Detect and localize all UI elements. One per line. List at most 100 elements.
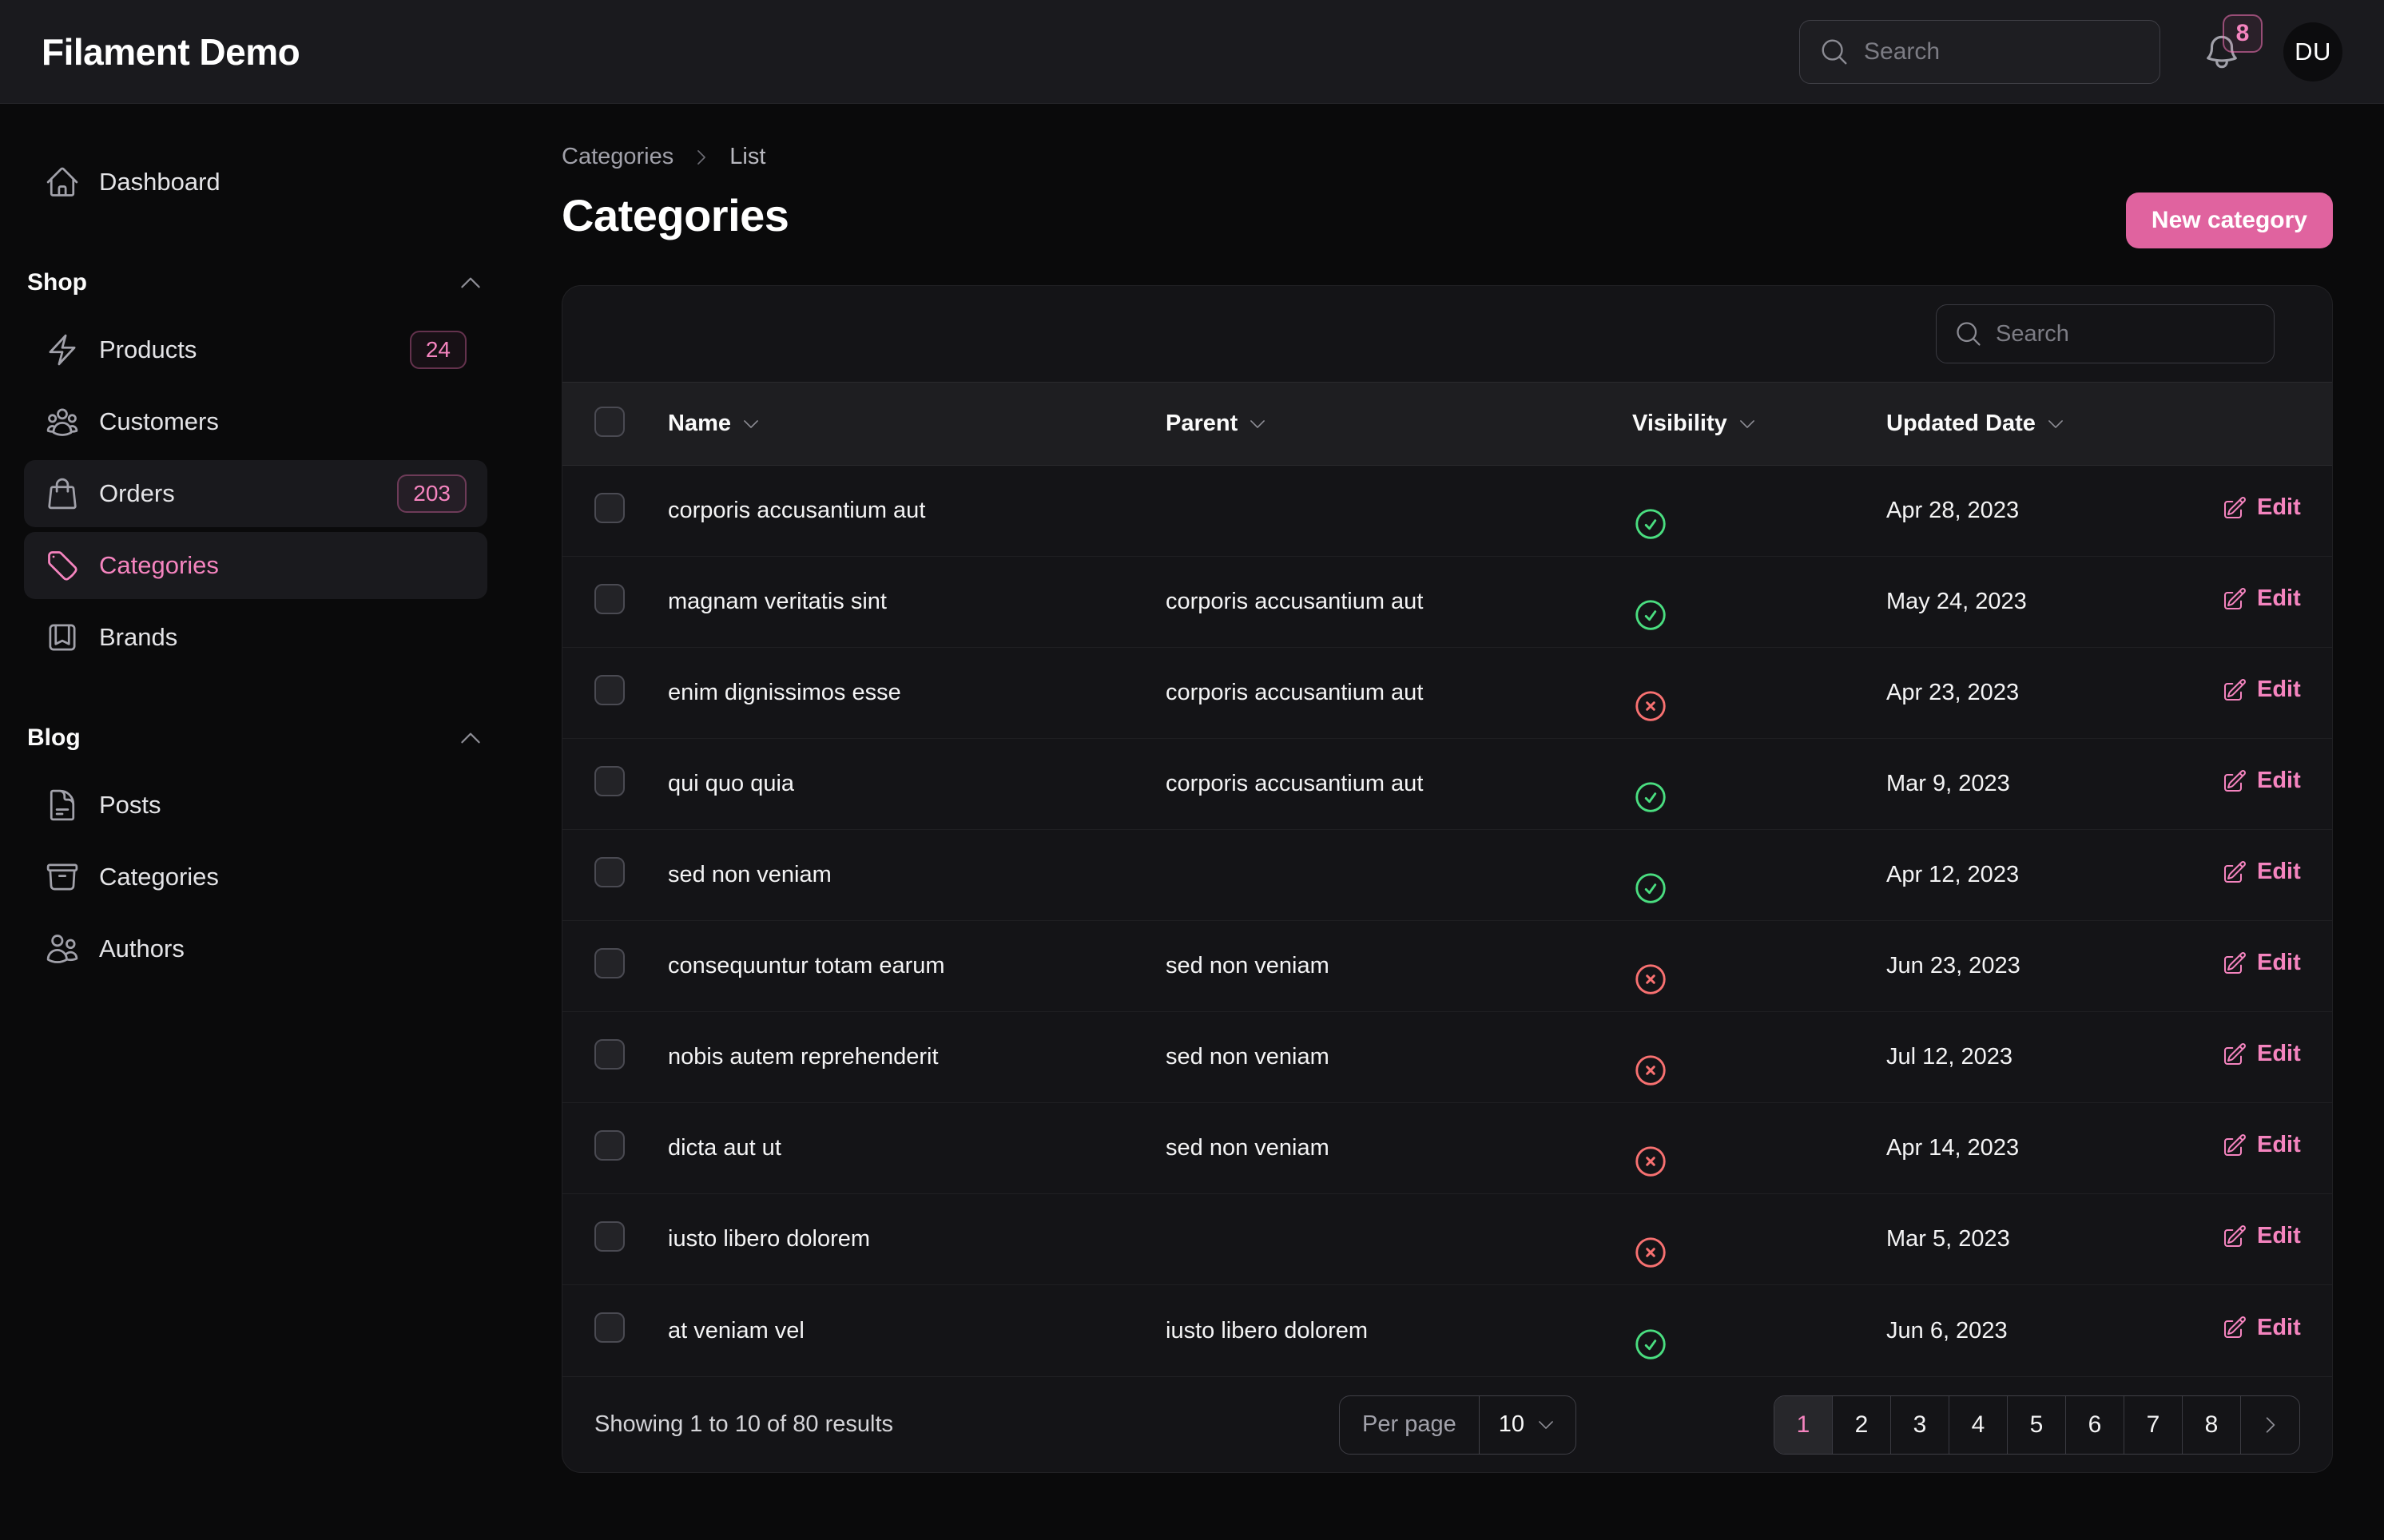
cell-name: consequuntur totam earum — [668, 953, 1166, 979]
chevron-up-icon[interactable] — [457, 269, 484, 296]
search-icon — [1819, 37, 1850, 67]
sidebar-item-customers[interactable]: Customers — [24, 388, 487, 455]
edit-button[interactable]: Edit — [2222, 768, 2301, 794]
check-circle-icon — [1632, 597, 1886, 633]
row-checkbox[interactable] — [594, 948, 625, 978]
page-button-4[interactable]: 4 — [1949, 1396, 2008, 1454]
sidebar-item-label: Brands — [99, 623, 177, 652]
row-checkbox[interactable] — [594, 1130, 625, 1161]
column-header-parent[interactable]: Parent — [1166, 411, 1632, 437]
table-row[interactable]: dicta aut ut sed non veniam Apr 14, 2023… — [562, 1103, 2332, 1194]
row-checkbox[interactable] — [594, 1039, 625, 1070]
avatar[interactable]: DU — [2283, 22, 2342, 81]
row-checkbox[interactable] — [594, 1221, 625, 1252]
table-row[interactable]: enim dignissimos esse corporis accusanti… — [562, 648, 2332, 739]
row-checkbox[interactable] — [594, 1312, 625, 1343]
table-row[interactable]: corporis accusantium aut Apr 28, 2023 Ed… — [562, 466, 2332, 557]
sidebar-item-products[interactable]: Products 24 — [24, 316, 487, 383]
column-label: Updated Date — [1886, 411, 2036, 437]
column-header-name[interactable]: Name — [668, 411, 1166, 437]
edit-button[interactable]: Edit — [2222, 950, 2301, 976]
cell-visibility — [1632, 570, 1886, 633]
page-button-7[interactable]: 7 — [2124, 1396, 2183, 1454]
table-row[interactable]: iusto libero dolorem Mar 5, 2023 Edit — [562, 1194, 2332, 1285]
pencil-square-icon — [2222, 859, 2247, 885]
cell-name: at veniam vel — [668, 1318, 1166, 1344]
cell-name: magnam veritatis sint — [668, 589, 1166, 615]
sidebar-item-dashboard[interactable]: Dashboard — [24, 149, 487, 216]
row-checkbox[interactable] — [594, 493, 625, 523]
per-page-select[interactable]: Per page 10 — [1339, 1395, 1576, 1455]
table-search[interactable] — [1936, 304, 2275, 363]
count-badge: 203 — [397, 474, 467, 513]
chevron-down-icon — [1737, 414, 1758, 435]
next-page-button[interactable] — [2241, 1396, 2299, 1454]
page-button-3[interactable]: 3 — [1891, 1396, 1949, 1454]
pencil-square-icon — [2222, 495, 2247, 521]
topbar: Filament Demo 8 DU — [0, 0, 2384, 104]
global-search-input[interactable] — [1864, 38, 2140, 65]
table-row[interactable]: sed non veniam Apr 12, 2023 Edit — [562, 830, 2332, 921]
row-checkbox[interactable] — [594, 766, 625, 796]
new-category-button[interactable]: New category — [2126, 192, 2333, 248]
cell-name: dicta aut ut — [668, 1135, 1166, 1161]
chevron-up-icon[interactable] — [457, 724, 484, 752]
column-header-updated-date[interactable]: Updated Date — [1886, 411, 2222, 437]
select-all-checkbox[interactable] — [594, 407, 625, 437]
breadcrumb-categories[interactable]: Categories — [562, 144, 673, 170]
page-button-5[interactable]: 5 — [2008, 1396, 2066, 1454]
row-checkbox[interactable] — [594, 675, 625, 705]
cell-updated-date: Apr 23, 2023 — [1886, 680, 2222, 706]
notifications-button[interactable]: 8 — [2202, 32, 2242, 72]
sidebar-item-label: Customers — [99, 407, 219, 436]
chevron-down-icon — [1247, 414, 1268, 435]
x-circle-icon — [1632, 1143, 1886, 1180]
row-checkbox[interactable] — [594, 584, 625, 614]
cell-visibility — [1632, 752, 1886, 816]
edit-button[interactable]: Edit — [2222, 1041, 2301, 1067]
global-search[interactable] — [1799, 20, 2160, 84]
sidebar-item-brands[interactable]: Brands — [24, 604, 487, 671]
page-button-6[interactable]: 6 — [2066, 1396, 2124, 1454]
x-circle-icon — [1632, 1234, 1886, 1271]
sidebar-item-blog-categories[interactable]: Categories — [24, 843, 487, 911]
cell-visibility — [1632, 843, 1886, 907]
table-row[interactable]: nobis autem reprehenderit sed non veniam… — [562, 1012, 2332, 1103]
table-row[interactable]: at veniam vel iusto libero dolorem Jun 6… — [562, 1285, 2332, 1376]
table-row[interactable]: magnam veritatis sint corporis accusanti… — [562, 557, 2332, 648]
cell-updated-date: Jun 6, 2023 — [1886, 1318, 2222, 1344]
cell-visibility — [1632, 935, 1886, 998]
cell-name: qui quo quia — [668, 771, 1166, 797]
main-content: Categories List Categories New category — [511, 104, 2384, 1540]
pencil-square-icon — [2222, 1224, 2247, 1249]
chevron-down-icon — [2045, 414, 2066, 435]
page-button-1[interactable]: 1 — [1774, 1396, 1833, 1454]
edit-button[interactable]: Edit — [2222, 1315, 2301, 1341]
table-row[interactable]: consequuntur totam earum sed non veniam … — [562, 921, 2332, 1012]
edit-button[interactable]: Edit — [2222, 494, 2301, 521]
sidebar-item-label: Categories — [99, 551, 219, 580]
sidebar-item-posts[interactable]: Posts — [24, 772, 487, 839]
edit-button[interactable]: Edit — [2222, 859, 2301, 885]
column-label: Parent — [1166, 411, 1238, 437]
pencil-square-icon — [2222, 586, 2247, 612]
edit-button[interactable]: Edit — [2222, 1223, 2301, 1249]
cell-visibility — [1632, 1117, 1886, 1180]
edit-button[interactable]: Edit — [2222, 1132, 2301, 1158]
page-button-8[interactable]: 8 — [2183, 1396, 2241, 1454]
row-checkbox[interactable] — [594, 857, 625, 887]
sidebar-group-shop: Shop — [27, 267, 484, 299]
table-search-input[interactable] — [1996, 321, 2256, 347]
sidebar-item-authors[interactable]: Authors — [24, 915, 487, 982]
edit-button[interactable]: Edit — [2222, 585, 2301, 612]
sidebar-item-orders[interactable]: Orders 203 — [24, 460, 487, 527]
search-icon — [1954, 320, 1983, 348]
edit-button[interactable]: Edit — [2222, 677, 2301, 703]
users-icon — [45, 931, 80, 966]
sidebar-item-categories[interactable]: Categories — [24, 532, 487, 599]
column-header-visibility[interactable]: Visibility — [1632, 411, 1886, 437]
per-page-value: 10 — [1499, 1411, 1524, 1438]
page-button-2[interactable]: 2 — [1833, 1396, 1891, 1454]
table-row[interactable]: qui quo quia corporis accusantium aut Ma… — [562, 739, 2332, 830]
sidebar-group-blog: Blog — [27, 722, 484, 754]
